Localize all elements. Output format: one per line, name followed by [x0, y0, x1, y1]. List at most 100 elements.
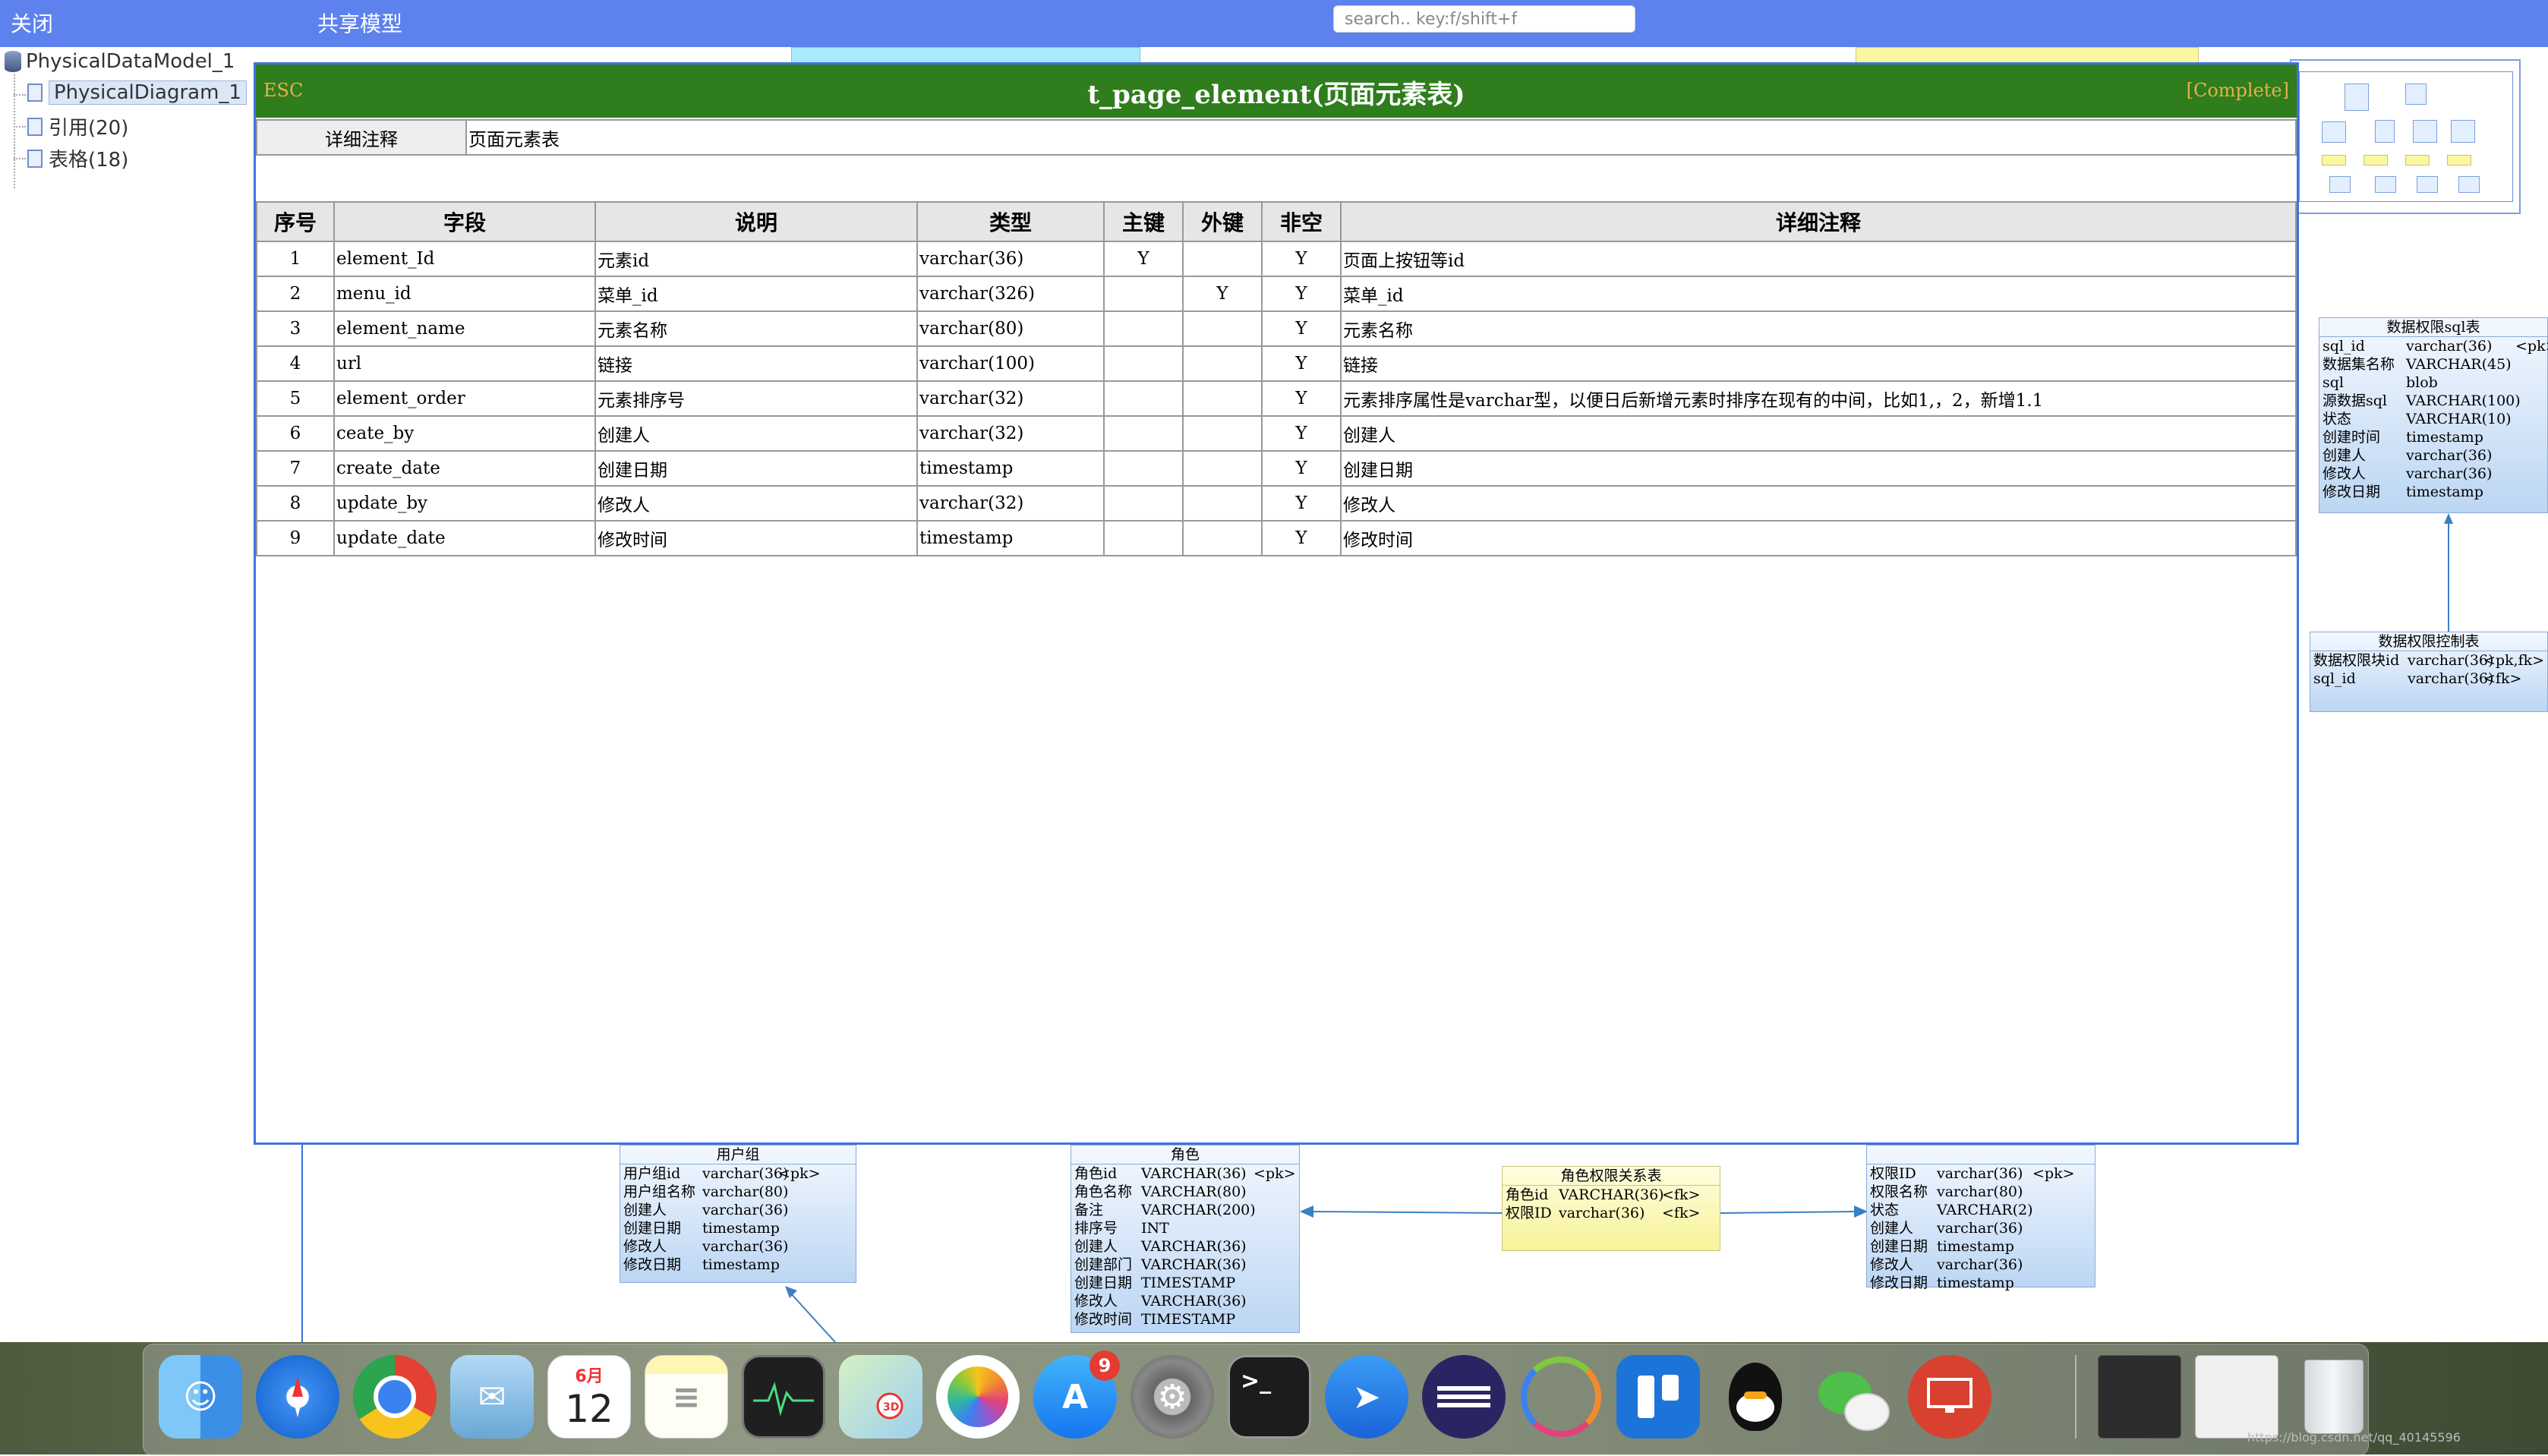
qq-icon[interactable] — [1714, 1355, 1797, 1439]
cell-type: varchar(32) — [916, 415, 1105, 452]
table-row[interactable]: 2 menu_id 菜单_id varchar(326) Y Y 菜单_id — [256, 276, 2297, 312]
photos-icon[interactable] — [936, 1355, 1020, 1439]
terminal-window-thumbnail[interactable] — [2098, 1355, 2181, 1439]
entity-data-permission-control[interactable]: 数据权限控制表 数据权限块id varchar(36) <pk,fk> sql_id v… — [2310, 632, 2548, 712]
cell-note: 菜单_id — [1340, 276, 2297, 312]
entity-title: 数据权限控制表 — [2310, 632, 2547, 651]
column-name: 创建人 — [623, 1202, 667, 1218]
system-preferences-icon[interactable]: ⚙ — [1131, 1355, 1214, 1439]
trash-icon[interactable] — [2292, 1355, 2376, 1439]
cell-note: 修改时间 — [1340, 520, 2297, 556]
minimap-entity — [2447, 155, 2471, 165]
close-button[interactable]: 关闭 — [11, 8, 53, 38]
column-key — [2032, 1201, 2078, 1219]
cell-note: 页面上按钮等id — [1340, 241, 2297, 277]
cell-description: 元素id — [594, 241, 918, 277]
column-name: 创建人 — [1074, 1238, 1118, 1255]
hidden-entity — [791, 47, 1140, 64]
table-row[interactable]: 7 create_date 创建日期 timestamp Y 创建日期 — [256, 450, 2297, 487]
column-type: VARCHAR(36) — [1141, 1238, 1247, 1255]
wechat-icon[interactable] — [1811, 1355, 1894, 1439]
document-icon — [27, 84, 43, 102]
cell-field: update_date — [333, 520, 596, 556]
column-type: VARCHAR(200) — [1141, 1202, 1256, 1218]
column-key: <pk> — [1254, 1165, 1296, 1182]
cell-primary-key — [1103, 415, 1184, 452]
cell-index: 4 — [256, 345, 335, 382]
cell-field: url — [333, 345, 596, 382]
column-key — [2515, 428, 2546, 446]
chrome-icon[interactable] — [353, 1355, 437, 1439]
cell-index: 1 — [256, 241, 335, 277]
safari-icon[interactable] — [256, 1355, 339, 1439]
column-type: VARCHAR(36) — [1141, 1165, 1247, 1182]
cell-description: 菜单_id — [594, 276, 918, 312]
table-row[interactable]: 8 update_by 修改人 varchar(32) Y 修改人 — [256, 485, 2297, 522]
cell-index: 5 — [256, 380, 335, 417]
column-key — [778, 1201, 839, 1219]
table-row[interactable]: 5 element_order 元素排序号 varchar(32) Y 元素排序属性是va… — [256, 380, 2297, 417]
overview-minimap[interactable] — [2290, 59, 2521, 214]
entity-data-permission-sql[interactable]: 数据权限sql表 sql_id varchar(36) <pk> 数据集名称 VARCH… — [2319, 317, 2548, 513]
column-name: 修改时间 — [1074, 1311, 1133, 1328]
column-type: INT — [1141, 1220, 1169, 1237]
search-input[interactable] — [1333, 5, 1635, 33]
navicat-icon[interactable] — [1519, 1355, 1603, 1439]
column-key — [2515, 465, 2546, 483]
column-key — [778, 1183, 839, 1201]
column-key — [1254, 1237, 1299, 1256]
column-key — [2032, 1219, 2078, 1237]
cell-field: element_order — [333, 380, 596, 417]
activity-monitor-icon[interactable] — [742, 1355, 825, 1439]
minimap-entity — [2364, 155, 2388, 165]
maps-icon[interactable]: 3D — [839, 1355, 922, 1439]
column-name: 修改日期 — [1870, 1275, 1928, 1291]
calendar-icon[interactable]: 6月 12 — [547, 1355, 631, 1439]
entity-column: 创建人 varchar(36) — [620, 1201, 856, 1219]
entity-column: 修改日期 timestamp — [620, 1256, 856, 1274]
entity-column: 创建日期 timestamp — [1867, 1237, 2095, 1256]
minimap-entity — [2375, 120, 2395, 143]
detail-note-value: 页面元素表 — [465, 119, 2297, 156]
column-name: 用户组名称 — [623, 1183, 696, 1200]
tree-node-model[interactable]: PhysicalDataModel_1 — [5, 50, 235, 73]
terminal-prompt: >_ — [1241, 1368, 1272, 1395]
entity-user-group[interactable]: 用户组 用户组id varchar(36) <pk> 用户组名称 varchar(80)… — [620, 1145, 856, 1283]
entity-permission[interactable]: 权限ID varchar(36) <pk> 权限名称 varchar(80) 状态 VARC… — [1866, 1145, 2095, 1291]
trello-icon[interactable] — [1616, 1355, 1700, 1439]
table-row[interactable]: 4 url 链接 varchar(100) Y 链接 — [256, 345, 2297, 382]
column-key: <fk> — [2483, 670, 2522, 687]
finder-icon[interactable]: ☺ — [159, 1355, 242, 1439]
relation-arrow — [1300, 1205, 1503, 1218]
table-row[interactable]: 3 element_name 元素名称 varchar(80) Y 元素名称 — [256, 310, 2297, 347]
column-name: 角色名称 — [1074, 1183, 1133, 1200]
table-row[interactable]: 1 element_Id 元素id varchar(36) Y Y 页面上按钮等id — [256, 241, 2297, 277]
tree-node-diagram[interactable]: PhysicalDiagram_1 — [27, 80, 247, 105]
entity-role-permission[interactable]: 角色权限关系表 角色id VARCHAR(36) <fk> 权限ID varchar(3… — [1502, 1166, 1720, 1251]
entity-column: 权限ID varchar(36) <fk> — [1503, 1204, 1720, 1222]
entity-column: 修改人 varchar(36) — [620, 1237, 856, 1256]
cell-field: ceate_by — [333, 415, 596, 452]
cell-not-null: Y — [1261, 380, 1342, 417]
tree-node-tables[interactable]: 表格(18) — [27, 144, 128, 172]
complete-link[interactable]: [Complete] — [2187, 80, 2289, 101]
eclipse-icon[interactable] — [1422, 1355, 1506, 1439]
finder-window-thumbnail[interactable] — [2195, 1355, 2278, 1439]
notes-icon[interactable]: ≡ — [645, 1355, 728, 1439]
tree-node-references[interactable]: 引用(20) — [27, 112, 128, 140]
dingtalk-icon[interactable]: ➤ — [1325, 1355, 1408, 1439]
hidden-entity — [1856, 47, 2199, 64]
mail-stamp-icon[interactable]: ✉ — [450, 1355, 534, 1439]
terminal-icon[interactable]: >_ — [1228, 1355, 1311, 1439]
entity-column: 用户组id varchar(36) <pk> — [620, 1164, 856, 1183]
remote-desktop-icon[interactable] — [1908, 1355, 1991, 1439]
database-icon — [5, 51, 21, 72]
cell-type: varchar(32) — [916, 485, 1105, 522]
share-model-button[interactable]: 共享模型 — [317, 8, 402, 38]
app-store-icon[interactable]: A 9 — [1033, 1350, 1120, 1439]
entity-role[interactable]: 角色 角色id VARCHAR(36) <pk> 角色名称 VARCHAR(80) 备注 V… — [1071, 1145, 1300, 1333]
table-row[interactable]: 9 update_date 修改时间 timestamp Y 修改时间 — [256, 520, 2297, 556]
entity-column: 修改日期 timestamp — [1867, 1274, 2095, 1292]
table-row[interactable]: 6 ceate_by 创建人 varchar(32) Y 创建人 — [256, 415, 2297, 452]
cell-index: 7 — [256, 450, 335, 487]
